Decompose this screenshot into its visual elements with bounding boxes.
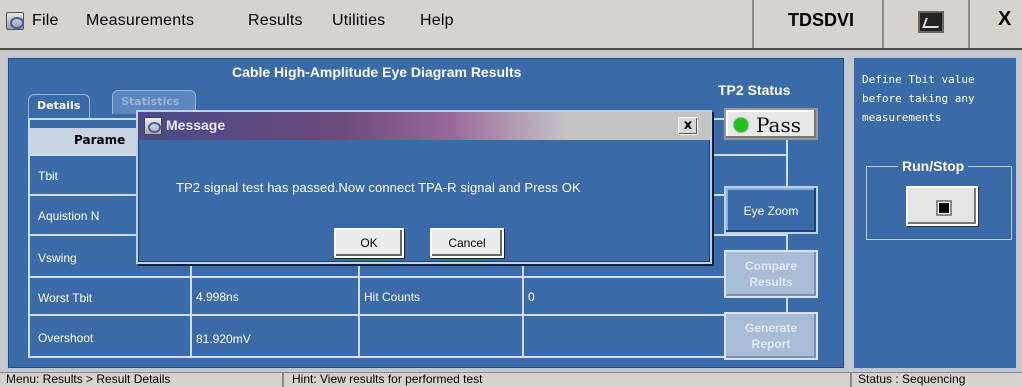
- generate-report-button[interactable]: Generate Report: [724, 312, 818, 360]
- row-label-overshoot: Overshoot: [38, 331, 94, 345]
- hint-status: Hint: View results for performed test: [292, 372, 483, 386]
- compare-results-button[interactable]: Compare Results: [724, 250, 818, 298]
- row-label-worst-tbit: Worst Tbit: [38, 291, 93, 305]
- app-title: TDSDVI: [788, 10, 855, 30]
- tbit-instruction-note: Define Tbit value before taking any meas…: [862, 70, 1012, 127]
- cell-hit-counts-label: Hit Counts: [364, 290, 421, 304]
- close-app-button[interactable]: X: [998, 8, 1011, 31]
- dialog-app-icon: [144, 117, 162, 135]
- table-row-divider: [30, 314, 786, 316]
- panel-title: Cable High-Amplitude Eye Diagram Results: [232, 64, 522, 80]
- note-line: before taking any: [862, 92, 975, 105]
- menu-path-status: Menu: Results > Result Details: [6, 372, 171, 386]
- menu-utilities[interactable]: Utilities: [332, 12, 385, 30]
- tp2-status-title: TP2 Status: [718, 82, 791, 98]
- dialog-close-button[interactable]: x: [678, 117, 698, 135]
- cell-worst-tbit-value: 4.998ns: [196, 290, 239, 304]
- ok-button[interactable]: OK: [334, 228, 404, 258]
- generate-report-label-1: Generate: [744, 321, 798, 335]
- table-row-divider: [30, 276, 786, 278]
- run-stop-button[interactable]: [906, 186, 978, 226]
- cell-overshoot-value: 81.920mV: [196, 332, 251, 346]
- runstop-title: Run/Stop: [898, 158, 969, 174]
- menu-help[interactable]: Help: [420, 12, 454, 30]
- status-divider: [850, 372, 852, 387]
- note-line: measurements: [862, 111, 942, 124]
- note-line: Define Tbit value: [862, 73, 975, 86]
- message-dialog: Message x TP2 signal test has passed.Now…: [136, 110, 712, 264]
- menubar-divider: [882, 0, 884, 48]
- menu-measurements[interactable]: Measurements: [86, 12, 194, 30]
- status-divider: [282, 372, 284, 387]
- dialog-message: TP2 signal test has passed.Now connect T…: [176, 180, 581, 195]
- cancel-button[interactable]: Cancel: [430, 228, 504, 258]
- menubar-divider: [752, 0, 754, 48]
- tab-details[interactable]: Details: [28, 94, 90, 118]
- sequencing-status: Status : Sequencing: [858, 372, 966, 386]
- menubar-divider: [968, 0, 970, 48]
- compare-results-label-1: Compare: [744, 259, 797, 273]
- menu-file[interactable]: File: [32, 12, 59, 30]
- tp2-status-badge: Pass: [724, 108, 818, 140]
- tp2-status-text: Pass: [756, 113, 802, 137]
- generate-report-label-2: Report: [751, 337, 791, 351]
- menu-results[interactable]: Results: [248, 12, 303, 30]
- dialog-titlebar[interactable]: Message x: [138, 112, 710, 140]
- compare-results-label-2: Results: [749, 275, 793, 289]
- pass-indicator-icon: [734, 118, 748, 132]
- cell-hit-counts-value: 0: [528, 290, 535, 304]
- eye-zoom-button[interactable]: Eye Zoom: [724, 186, 818, 234]
- app-logo-icon: [6, 12, 24, 30]
- dialog-title: Message: [166, 117, 226, 133]
- waveform-toggle-icon[interactable]: [918, 11, 944, 33]
